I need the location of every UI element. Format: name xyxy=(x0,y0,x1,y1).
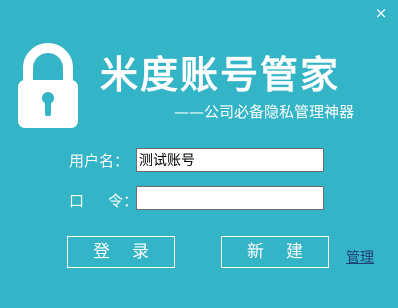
password-label: 口 令： xyxy=(69,189,138,213)
close-icon: × xyxy=(374,4,388,22)
app-title: 米度账号管家 xyxy=(100,53,341,97)
password-label-char1: 口 xyxy=(69,192,85,210)
username-label: 用户名： xyxy=(69,152,130,170)
login-window: × 米度账号管家 ——公司必备隐私管理神器 用户名： 口 令： 登录 新建 管理 xyxy=(0,0,398,308)
close-button[interactable]: × xyxy=(368,2,394,24)
padlock-icon xyxy=(18,43,78,128)
app-subtitle: ——公司必备隐私管理神器 xyxy=(174,103,355,121)
password-label-char2: 令： xyxy=(108,192,139,210)
create-button[interactable]: 新建 xyxy=(221,236,329,268)
login-button[interactable]: 登录 xyxy=(67,236,175,268)
password-input[interactable] xyxy=(136,186,324,210)
manage-link[interactable]: 管理 xyxy=(346,247,374,267)
username-input[interactable] xyxy=(136,148,324,172)
